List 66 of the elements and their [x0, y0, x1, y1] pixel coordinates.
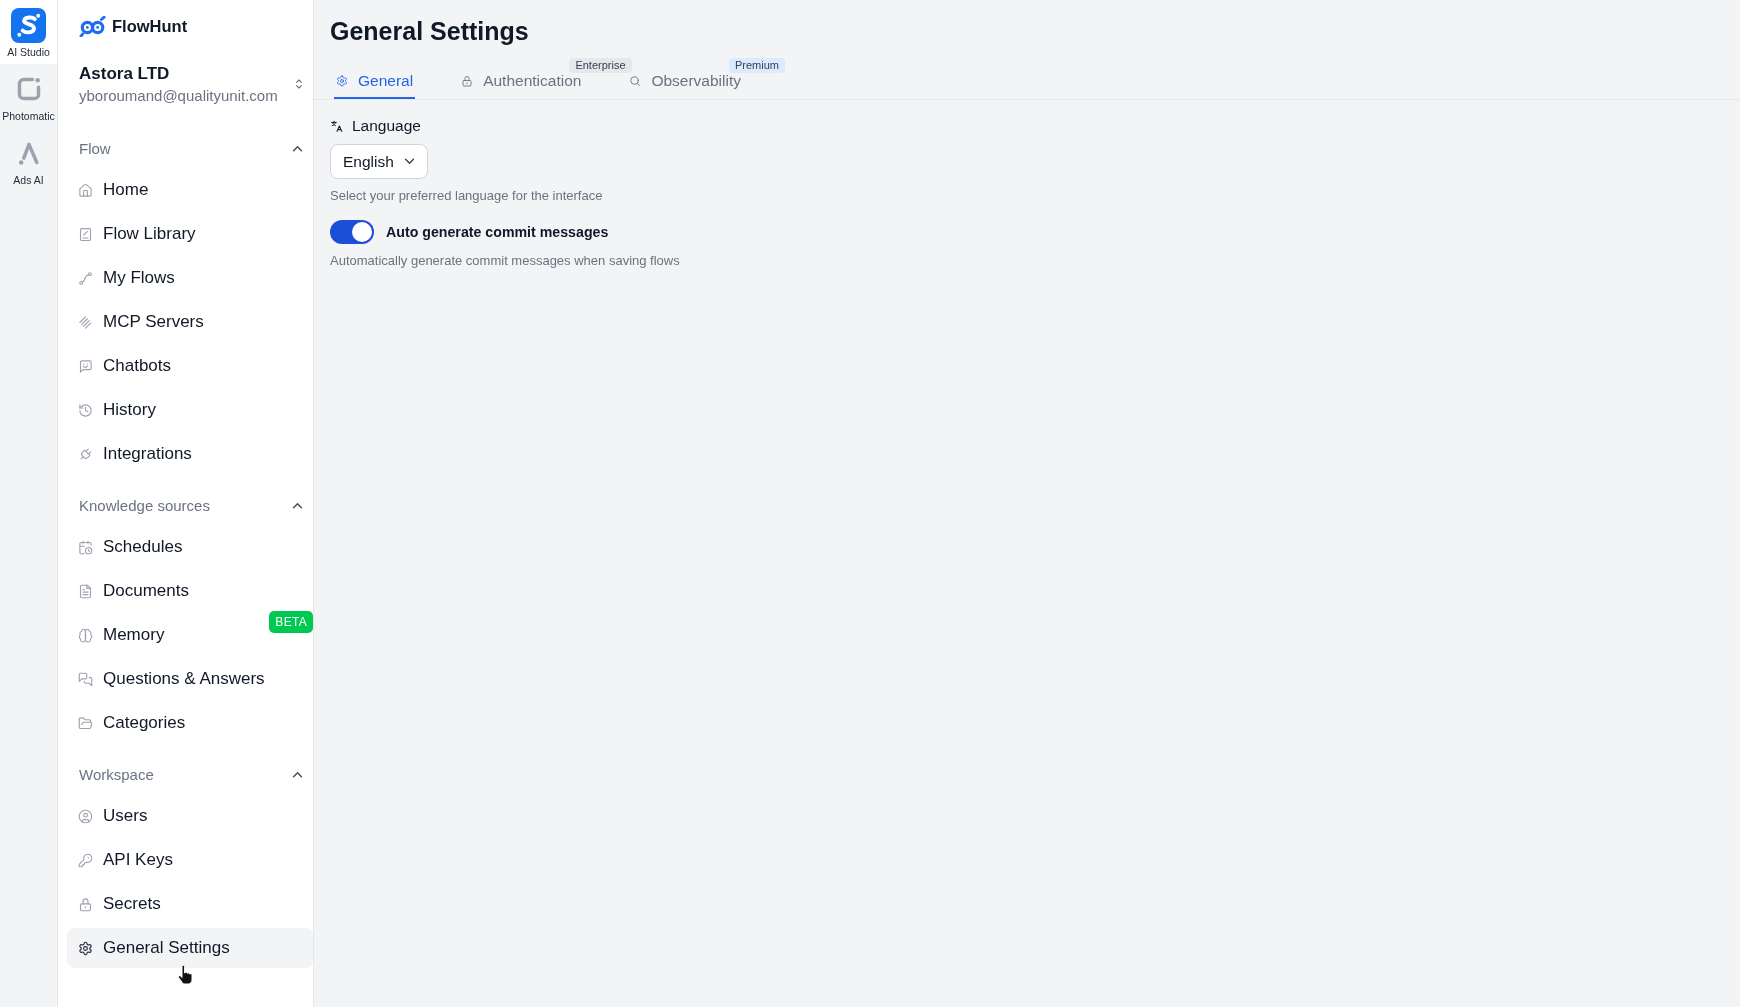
pointer-cursor-icon [177, 965, 193, 985]
nav-item[interactable]: Documents [67, 571, 313, 611]
nav-item[interactable]: My Flows [67, 258, 313, 298]
nav-item[interactable]: API Keys [67, 840, 313, 880]
app-logo-icon [11, 8, 46, 43]
nav-item[interactable]: Home [67, 170, 313, 210]
chevron-down-icon [403, 158, 415, 165]
settings-icon [78, 940, 93, 956]
chevron-up-icon[interactable] [292, 144, 303, 152]
user-circle-icon [78, 808, 93, 824]
message-smile-icon [78, 358, 93, 374]
brain-icon [78, 627, 93, 643]
lock-icon [78, 896, 93, 912]
brand-name: FlowHunt [112, 16, 188, 36]
tab[interactable]: Authentication [459, 73, 584, 99]
document-icon [78, 583, 93, 599]
folder-icon [78, 715, 93, 731]
route-icon [78, 270, 93, 286]
field-hint: Select your preferred language for the interface [330, 188, 603, 204]
page-title: General Settings [330, 16, 529, 47]
nav-item[interactable]: Users [67, 796, 313, 836]
nav-item[interactable]: Integrations [67, 434, 313, 474]
chevron-up-icon[interactable] [292, 501, 303, 509]
translate-icon [331, 120, 343, 132]
nav-item[interactable]: General Settings [67, 928, 313, 968]
stripes-icon [78, 314, 93, 330]
lock-icon [461, 75, 474, 87]
calendar-clock-icon [78, 539, 93, 555]
nav-item[interactable]: Memory [67, 615, 270, 655]
nav-item[interactable]: History [67, 390, 313, 430]
nav-item[interactable]: Schedules [67, 527, 313, 567]
plan-badge: Enterprise [569, 58, 632, 73]
nav-item[interactable]: MCP Servers [67, 302, 313, 342]
workspace-name: Astora LTD [79, 63, 170, 85]
search-icon [629, 75, 642, 87]
chat-bubbles-icon [78, 671, 93, 687]
language-select[interactable]: English [330, 144, 428, 179]
history-icon [78, 402, 93, 418]
workspace-email: yboroumand@qualityunit.com [79, 86, 278, 106]
toggle-switch[interactable] [330, 220, 374, 244]
plug-icon [78, 446, 93, 462]
section-title: Workspace [79, 765, 154, 783]
field-label: Language [352, 116, 421, 136]
brand-logo-icon [79, 15, 107, 37]
tab[interactable]: Observability [627, 73, 743, 99]
settings-icon [336, 75, 348, 87]
nav-item[interactable]: Secrets [67, 884, 313, 924]
notebook-icon [78, 226, 93, 242]
nav-item[interactable]: Questions & Answers [67, 659, 313, 699]
chevron-up-icon[interactable] [292, 770, 303, 778]
rounded-square-icon [15, 76, 42, 102]
tab[interactable]: General [334, 73, 416, 99]
app-switcher-item[interactable]: AI Studio [0, 0, 57, 64]
beta-badge: BETA [269, 611, 313, 633]
section-title: Flow [79, 139, 111, 157]
chevron-up-down-icon [295, 77, 303, 91]
home-icon [78, 182, 93, 198]
toggle-label: Auto generate commit messages [386, 224, 609, 240]
key-icon [78, 852, 93, 868]
nav-item[interactable]: Categories [67, 703, 313, 743]
plan-badge: Premium [729, 58, 785, 73]
section-title: Knowledge sources [79, 496, 210, 514]
field-hint: Automatically generate commit messages when saving flows [330, 253, 680, 269]
nav-item[interactable]: Flow Library [67, 214, 313, 254]
nav-item[interactable]: Chatbots [67, 346, 313, 386]
workspace-switcher[interactable]: Astora LTD yboroumand@qualityunit.com [67, 62, 313, 106]
